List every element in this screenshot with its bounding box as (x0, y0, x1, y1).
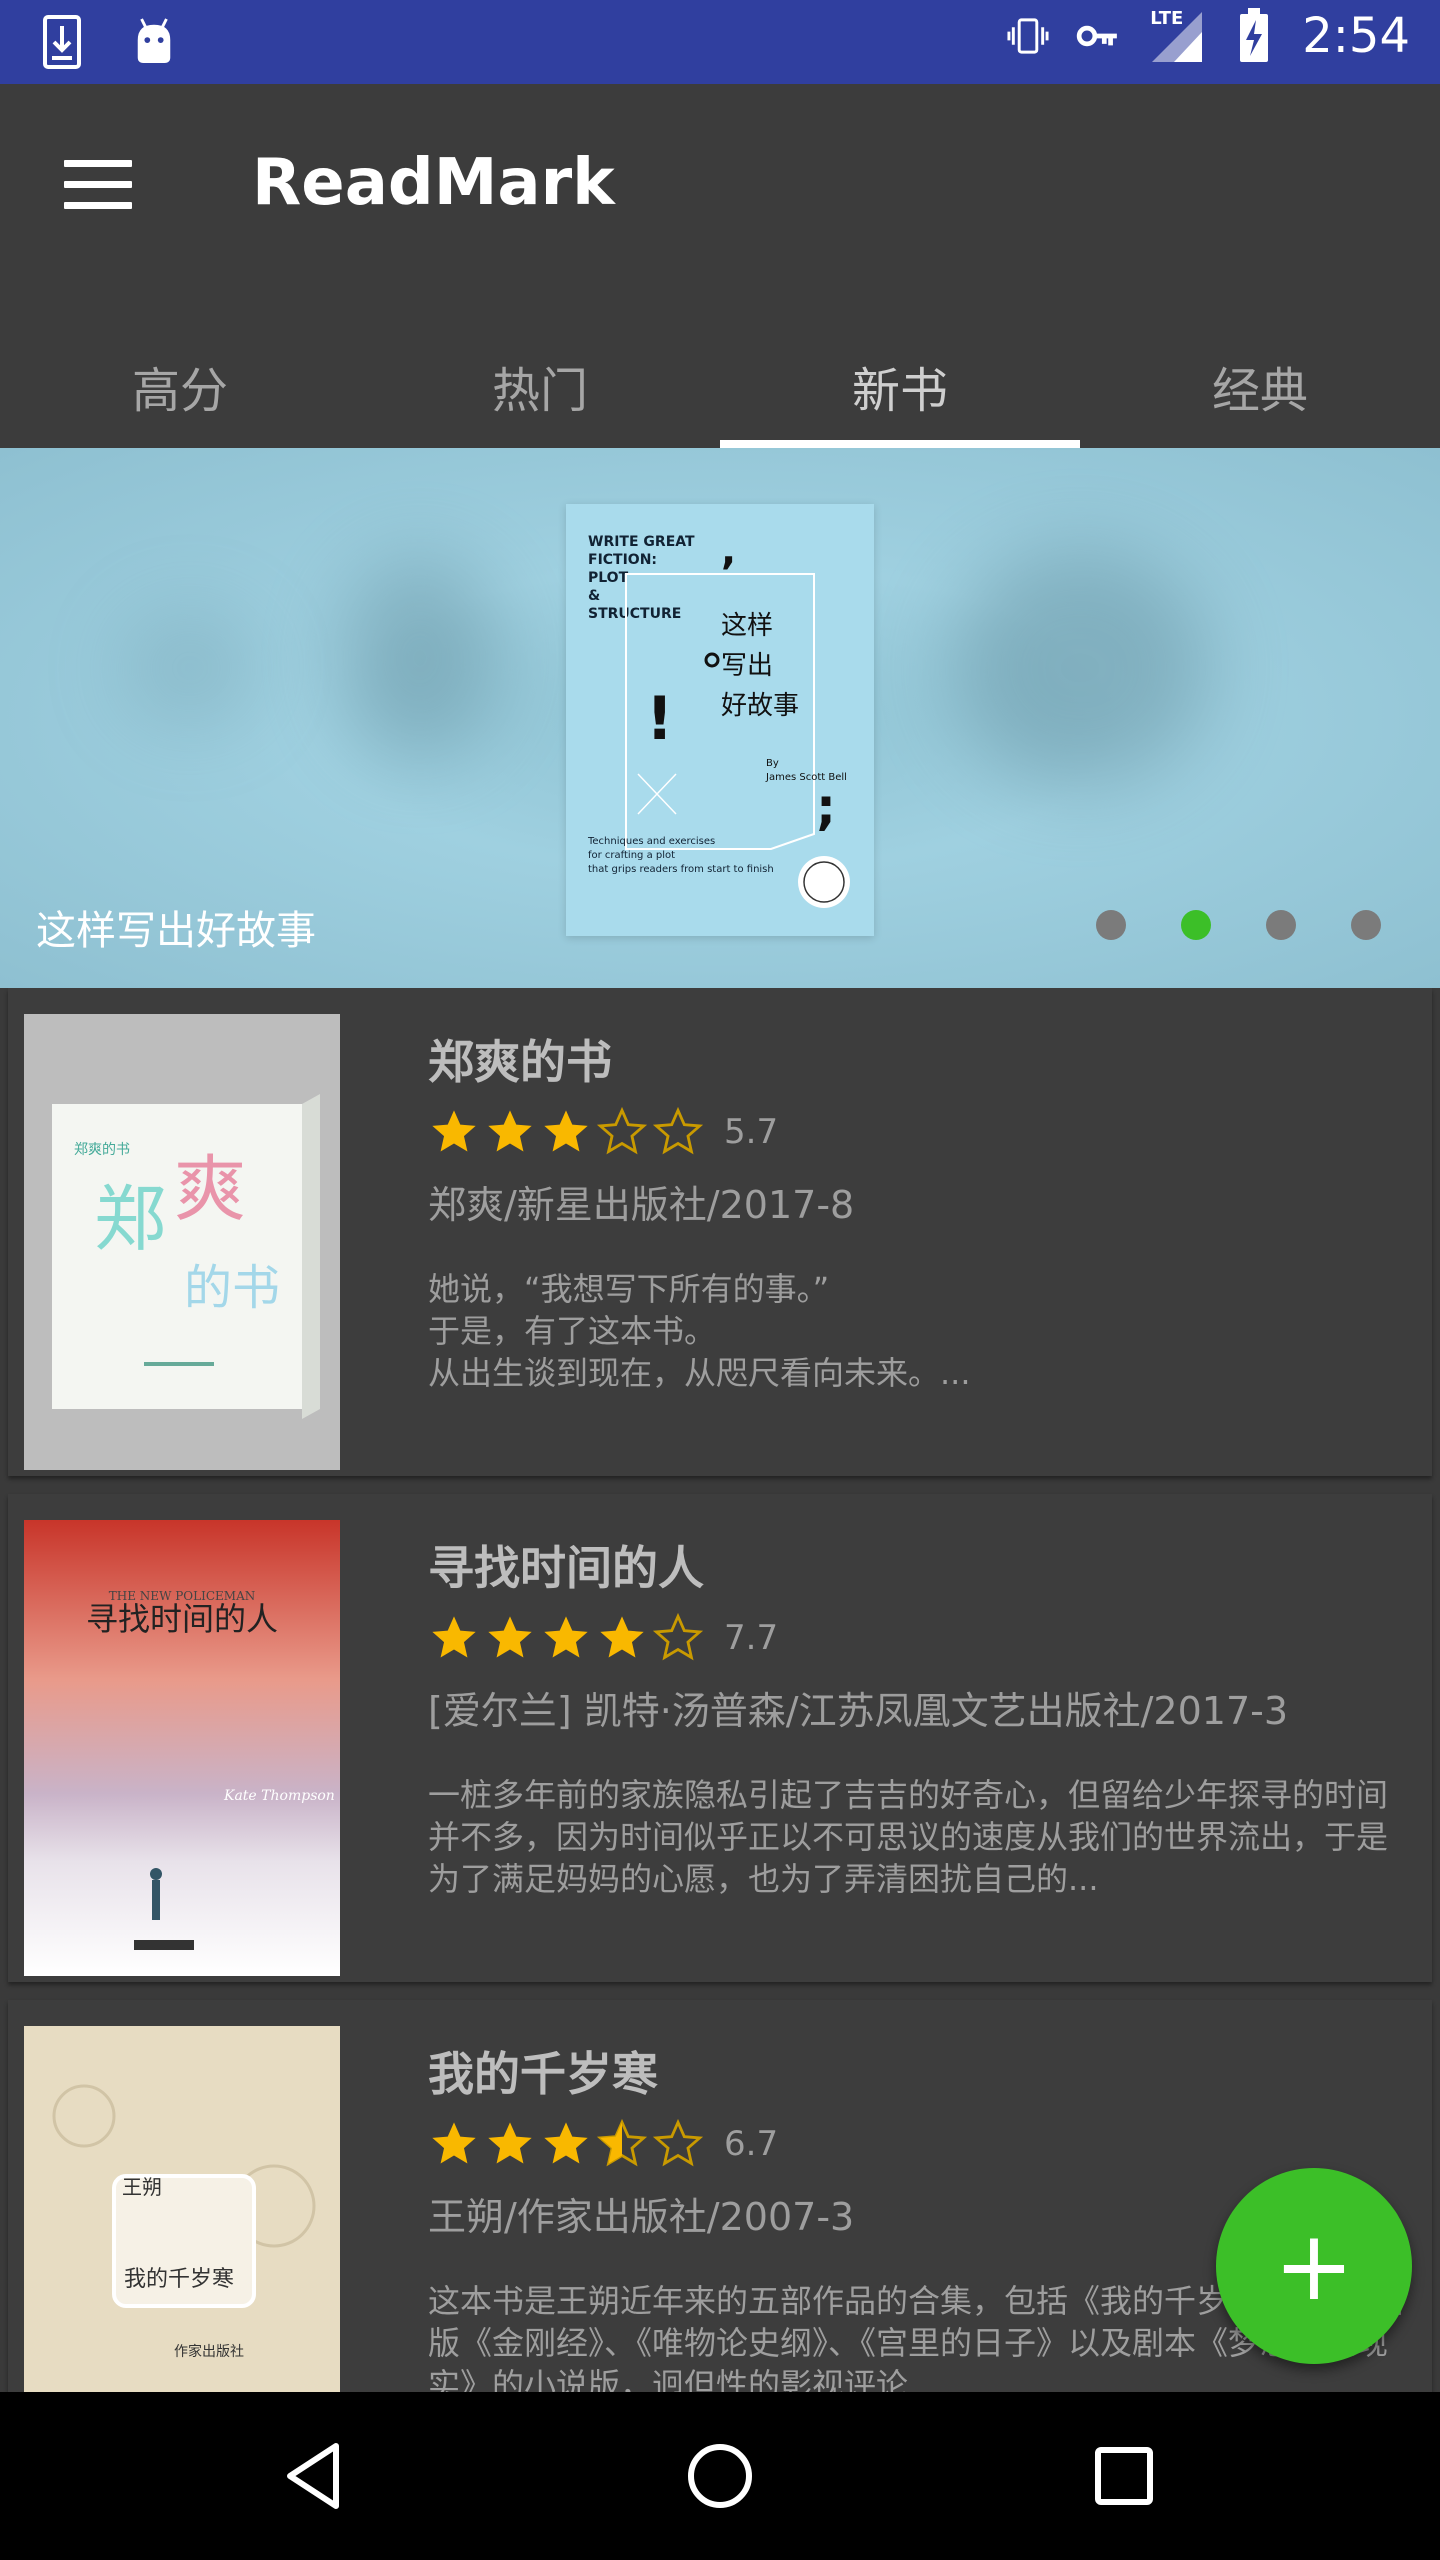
svg-text:STRUCTURE: STRUCTURE (588, 606, 681, 622)
star-filled-icon (488, 1616, 532, 1658)
star-empty-icon (652, 2118, 704, 2167)
download-icon (40, 14, 84, 70)
svg-text:王朔: 王朔 (122, 2175, 162, 2199)
add-fab-button[interactable]: + (1216, 2168, 1412, 2364)
recents-icon[interactable] (1084, 2436, 1164, 2516)
star-filled-icon (432, 1616, 476, 1658)
svg-text:郑: 郑 (94, 1177, 166, 1261)
star-empty-icon (596, 1106, 648, 1155)
svg-text:作家出版社: 作家出版社 (174, 2343, 244, 2360)
star-half-icon (596, 2118, 648, 2167)
book-card[interactable]: 郑 爽 的书 郑爽的书 郑爽的书 5.7 郑爽/新星出版社/2017-8 她说，… (8, 988, 1432, 1476)
star-filled-icon (600, 1616, 644, 1658)
rating-score: 6.7 (724, 2124, 779, 2164)
svg-text:&: & (588, 588, 600, 604)
star-filled-icon (488, 2122, 532, 2164)
android-icon (132, 14, 176, 70)
vibrate-icon (1006, 8, 1050, 64)
star-filled-icon (544, 2122, 588, 2164)
status-bar: LTE 2:54 (0, 0, 1440, 84)
rating-score: 7.7 (724, 1618, 779, 1658)
battery-charging-icon (1232, 8, 1276, 64)
svg-text:好故事: 好故事 (721, 691, 799, 721)
star-filled-icon (432, 1110, 476, 1152)
carousel-dot-active[interactable] (1181, 910, 1211, 940)
vpn-key-icon (1076, 8, 1120, 64)
star-filled-icon (432, 2122, 476, 2164)
star-empty-icon (652, 1612, 704, 1661)
svg-text:;: ; (816, 778, 836, 836)
plus-icon: + (1273, 2210, 1355, 2322)
svg-text:爽: 爽 (174, 1147, 246, 1231)
hamburger-menu-icon[interactable] (58, 150, 138, 230)
star-filled-icon (544, 1616, 588, 1658)
book-title: 寻找时间的人 (428, 1541, 704, 1595)
svg-text:FICTION:: FICTION: (588, 552, 657, 568)
svg-text:WRITE GREAT: WRITE GREAT (588, 534, 695, 550)
rating-stars: 6.7 (428, 2118, 778, 2170)
featured-banner[interactable]: WRITE GREAT FICTION: PLOT & STRUCTURE 这样… (0, 448, 1440, 988)
svg-text:寻找时间的人: 寻找时间的人 (86, 1600, 278, 1638)
banner-caption: 这样写出好故事 (36, 908, 316, 954)
back-icon[interactable] (276, 2436, 356, 2516)
system-nav-bar (0, 2392, 1440, 2560)
tab-popular[interactable]: 热门 (360, 324, 720, 448)
book-meta: 郑爽/新星出版社/2017-8 (428, 1183, 855, 1227)
book-cover: 郑 爽 的书 郑爽的书 (24, 1014, 340, 1470)
book-meta: [爱尔兰] 凯特·汤普森/江苏凤凰文艺出版社/2017-3 (428, 1689, 1289, 1733)
carousel-dot[interactable] (1351, 910, 1381, 940)
svg-text:James Scott Bell: James Scott Bell (765, 772, 847, 783)
svg-text:for crafting a plot: for crafting a plot (588, 850, 675, 861)
svg-text:我的千岁寒: 我的千岁寒 (124, 2267, 234, 2292)
star-filled-icon (544, 1110, 588, 1152)
carousel-dot[interactable] (1266, 910, 1296, 940)
clock: 2:54 (1302, 8, 1410, 64)
book-title: 郑爽的书 (428, 1035, 612, 1089)
svg-text:that grips readers from start: that grips readers from start to finish (588, 864, 774, 875)
svg-text:Kate Thompson: Kate Thompson (223, 1788, 335, 1804)
star-empty-icon (652, 1106, 704, 1155)
tab-new-books[interactable]: 新书 (720, 324, 1080, 448)
book-card[interactable]: 寻找时间的人 THE NEW POLICEMAN Kate Thompson 寻… (8, 1494, 1432, 1982)
svg-text:THE NEW POLICEMAN: THE NEW POLICEMAN (109, 1589, 255, 1603)
book-card[interactable]: 王朔 我的千岁寒 作家出版社 我的千岁寒 6.7 王朔/作家出版社/2007-3… (8, 2000, 1432, 2392)
home-icon[interactable] (680, 2436, 760, 2516)
carousel-indicators (1096, 910, 1381, 940)
banner-book-cover[interactable]: WRITE GREAT FICTION: PLOT & STRUCTURE 这样… (566, 504, 874, 936)
svg-text:By: By (766, 758, 779, 769)
carousel-dot[interactable] (1096, 910, 1126, 940)
tab-bar: 高分 热门 新书 经典 (0, 324, 1440, 448)
tab-high-score[interactable]: 高分 (0, 324, 360, 448)
svg-text:这样: 这样 (721, 611, 773, 641)
book-meta: 王朔/作家出版社/2007-3 (428, 2195, 855, 2239)
tab-classic[interactable]: 经典 (1080, 324, 1440, 448)
star-filled-icon (488, 1110, 532, 1152)
app-title: ReadMark (252, 146, 615, 220)
svg-text:!: ! (646, 684, 673, 754)
app-bar: ReadMark 高分 热门 新书 经典 (0, 84, 1440, 448)
rating-stars: 7.7 (428, 1612, 778, 1664)
svg-text:Techniques and exercises: Techniques and exercises (587, 836, 715, 847)
signal-icon: LTE (1146, 8, 1206, 64)
rating-score: 5.7 (724, 1112, 779, 1152)
book-list: 郑 爽 的书 郑爽的书 郑爽的书 5.7 郑爽/新星出版社/2017-8 她说，… (0, 988, 1440, 2392)
svg-text:的书: 的书 (184, 1260, 280, 1316)
svg-text:,: , (721, 528, 736, 574)
book-title: 我的千岁寒 (428, 2047, 658, 2101)
tab-indicator (720, 440, 1080, 448)
book-cover: 王朔 我的千岁寒 作家出版社 (24, 2026, 340, 2392)
book-summary: 一桩多年前的家族隐私引起了吉吉的好奇心，但留给少年探寻的时间并不多，因为时间似乎… (428, 1776, 1389, 1898)
book-cover: 寻找时间的人 THE NEW POLICEMAN Kate Thompson (24, 1520, 340, 1976)
book-summary: 她说，“我想写下所有的事。” 于是，有了这本书。 从出生谈到现在，从咫尺看向未来… (428, 1270, 971, 1392)
svg-text:郑爽的书: 郑爽的书 (74, 1142, 130, 1158)
rating-stars: 5.7 (428, 1106, 778, 1158)
svg-text:PLOT: PLOT (588, 570, 629, 586)
svg-text:写出: 写出 (721, 651, 773, 681)
